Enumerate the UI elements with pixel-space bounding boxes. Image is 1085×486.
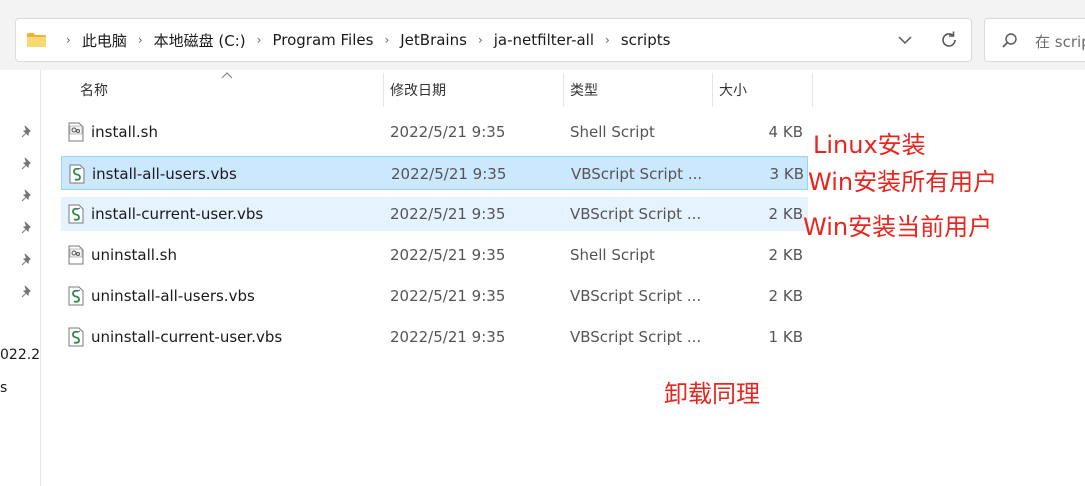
nav-item-partial-label: s <box>0 380 8 396</box>
address-bar[interactable]: › 此电脑 › 本地磁盘 (C:) › Program Files › JetB… <box>15 18 972 62</box>
file-name: uninstall-current-user.vbs <box>91 328 283 346</box>
file-date: 2022/5/21 9:35 <box>390 246 506 264</box>
breadcrumb: › 此电脑 › 本地磁盘 (C:) › Program Files › JetB… <box>26 19 670 61</box>
file-type: Shell Script <box>570 123 655 141</box>
breadcrumb-this-pc[interactable]: 此电脑 <box>82 30 127 51</box>
pin-icon[interactable] <box>20 221 34 235</box>
chevron-right-icon[interactable]: › <box>478 33 483 47</box>
annotation-linux-install: Linux安装 <box>813 131 926 159</box>
file-name: install-current-user.vbs <box>91 205 264 223</box>
shell-script-icon <box>68 245 84 265</box>
file-size: 3 KB <box>769 165 804 183</box>
file-size: 2 KB <box>768 205 803 223</box>
file-date: 2022/5/21 9:35 <box>390 328 506 346</box>
breadcrumb-jetbrains[interactable]: JetBrains <box>400 31 467 49</box>
vbscript-icon <box>68 204 84 224</box>
file-size: 2 KB <box>768 287 803 305</box>
file-name: install.sh <box>91 123 158 141</box>
column-divider[interactable] <box>712 73 713 107</box>
pin-icon[interactable] <box>20 157 34 171</box>
column-header-name[interactable]: 名称 <box>80 70 108 110</box>
file-type: Shell Script <box>570 246 655 264</box>
refresh-icon[interactable] <box>938 29 960 51</box>
file-row[interactable]: install-current-user.vbs 2022/5/21 9:35 … <box>61 197 808 231</box>
pin-icon[interactable] <box>20 189 34 203</box>
column-header-size[interactable]: 大小 <box>719 70 747 110</box>
file-name: install-all-users.vbs <box>92 165 237 183</box>
breadcrumb-program-files[interactable]: Program Files <box>272 31 373 49</box>
annotation-uninstall-same: 卸载同理 <box>664 380 760 408</box>
file-row[interactable]: uninstall-current-user.vbs 2022/5/21 9:3… <box>61 320 808 354</box>
search-input[interactable]: 在 scrip <box>1035 31 1085 52</box>
chevron-right-icon[interactable]: › <box>384 33 389 47</box>
file-row[interactable]: install-all-users.vbs 2022/5/21 9:35 VBS… <box>61 156 808 190</box>
file-size: 1 KB <box>768 328 803 346</box>
column-divider[interactable] <box>563 73 564 107</box>
search-icon <box>1002 33 1017 48</box>
shell-script-icon <box>68 122 84 142</box>
vbscript-icon <box>68 286 84 306</box>
breadcrumb-local-disk[interactable]: 本地磁盘 (C:) <box>154 30 246 51</box>
pin-icon[interactable] <box>20 253 34 267</box>
file-size: 2 KB <box>768 246 803 264</box>
column-header-type[interactable]: 类型 <box>570 70 598 110</box>
annotation-win-install-all: Win安装所有用户 <box>808 168 998 196</box>
nav-item-partial-label: 022.2 <box>0 347 41 363</box>
file-row[interactable]: uninstall.sh 2022/5/21 9:35 Shell Script… <box>61 238 808 272</box>
annotation-win-install-current: Win安装当前用户 <box>803 213 993 241</box>
file-date: 2022/5/21 9:35 <box>390 205 506 223</box>
column-divider[interactable] <box>812 73 813 107</box>
column-divider[interactable] <box>383 73 384 107</box>
sort-ascending-icon <box>221 72 233 79</box>
file-date: 2022/5/21 9:35 <box>390 287 506 305</box>
chevron-right-icon[interactable]: › <box>257 33 262 47</box>
vbscript-icon <box>69 164 85 184</box>
file-row[interactable]: install.sh 2022/5/21 9:35 Shell Script 4… <box>61 115 808 149</box>
chevron-right-icon[interactable]: › <box>138 33 143 47</box>
top-bar: › 此电脑 › 本地磁盘 (C:) › Program Files › JetB… <box>0 0 1085 70</box>
chevron-right-icon[interactable]: › <box>605 33 610 47</box>
vbscript-icon <box>68 327 84 347</box>
breadcrumb-ja-netfilter-all[interactable]: ja-netfilter-all <box>494 31 594 49</box>
column-header-date[interactable]: 修改日期 <box>390 70 446 110</box>
search-box[interactable]: 在 scrip <box>984 18 1085 62</box>
breadcrumb-scripts[interactable]: scripts <box>621 31 671 49</box>
file-name: uninstall-all-users.vbs <box>91 287 255 305</box>
chevron-right-icon: › <box>66 33 71 47</box>
file-date: 2022/5/21 9:35 <box>391 165 507 183</box>
file-date: 2022/5/21 9:35 <box>390 123 506 141</box>
chevron-down-icon[interactable] <box>896 31 914 49</box>
navigation-pane: 022.2 s <box>0 70 41 486</box>
file-name: uninstall.sh <box>91 246 178 264</box>
file-row[interactable]: uninstall-all-users.vbs 2022/5/21 9:35 V… <box>61 279 808 313</box>
pin-icon[interactable] <box>20 125 34 139</box>
folder-icon <box>27 33 46 47</box>
pin-icon[interactable] <box>20 285 34 299</box>
file-size: 4 KB <box>768 123 803 141</box>
